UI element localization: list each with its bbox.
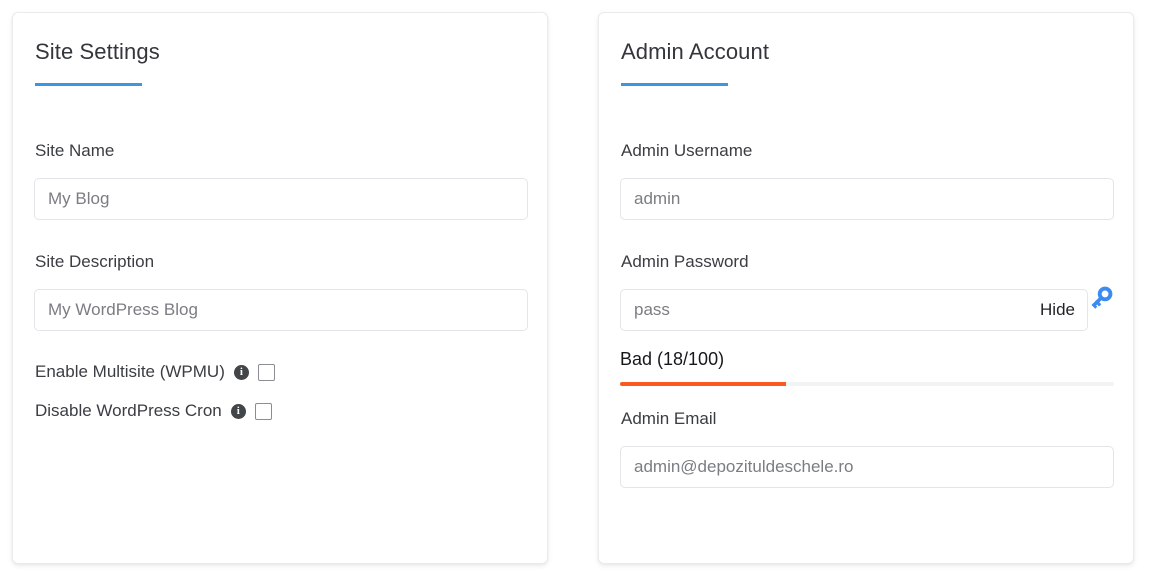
- site-settings-title: Site Settings: [35, 39, 160, 64]
- password-strength-text: Bad (18/100): [620, 349, 725, 369]
- site-description-input[interactable]: My WordPress Blog: [34, 289, 528, 331]
- info-icon[interactable]: i: [233, 364, 249, 380]
- site-settings-title-underline: [35, 83, 142, 86]
- admin-email-value: admin@depozituldeschele.ro: [634, 457, 854, 476]
- enable-multisite-label: Enable Multisite (WPMU): [35, 362, 225, 381]
- site-name-input[interactable]: My Blog: [34, 178, 528, 220]
- enable-multisite-row[interactable]: Enable Multisite (WPMU) i: [35, 362, 275, 382]
- disable-cron-row[interactable]: Disable WordPress Cron i: [35, 401, 272, 421]
- password-visibility-toggle[interactable]: Hide: [1040, 300, 1075, 320]
- settings-page: Site Settings Site Name My Blog Site Des…: [0, 0, 1149, 586]
- admin-username-value: admin: [634, 189, 681, 208]
- admin-account-title: Admin Account: [621, 39, 770, 64]
- site-description-value: My WordPress Blog: [48, 300, 198, 319]
- password-strength-fill: [620, 382, 786, 386]
- disable-cron-label: Disable WordPress Cron: [35, 401, 222, 420]
- admin-password-value: pass: [634, 300, 670, 319]
- admin-username-input[interactable]: admin: [620, 178, 1114, 220]
- admin-account-card: Admin Account Admin Username admin Admin…: [598, 12, 1134, 564]
- password-strength-bar: [620, 382, 1114, 386]
- admin-username-label: Admin Username: [621, 141, 753, 160]
- enable-multisite-checkbox[interactable]: [257, 363, 275, 381]
- site-description-label: Site Description: [35, 252, 155, 271]
- admin-password-input[interactable]: pass Hide: [620, 289, 1088, 331]
- site-name-value: My Blog: [48, 189, 110, 208]
- key-icon[interactable]: [1086, 283, 1116, 313]
- site-settings-card: Site Settings Site Name My Blog Site Des…: [12, 12, 548, 564]
- site-name-label: Site Name: [35, 141, 115, 160]
- admin-email-input[interactable]: admin@depozituldeschele.ro: [620, 446, 1114, 488]
- admin-account-title-underline: [621, 83, 728, 86]
- disable-cron-checkbox[interactable]: [254, 402, 272, 420]
- info-icon[interactable]: i: [230, 403, 246, 419]
- admin-email-label: Admin Email: [621, 409, 717, 428]
- admin-password-label: Admin Password: [621, 252, 749, 271]
